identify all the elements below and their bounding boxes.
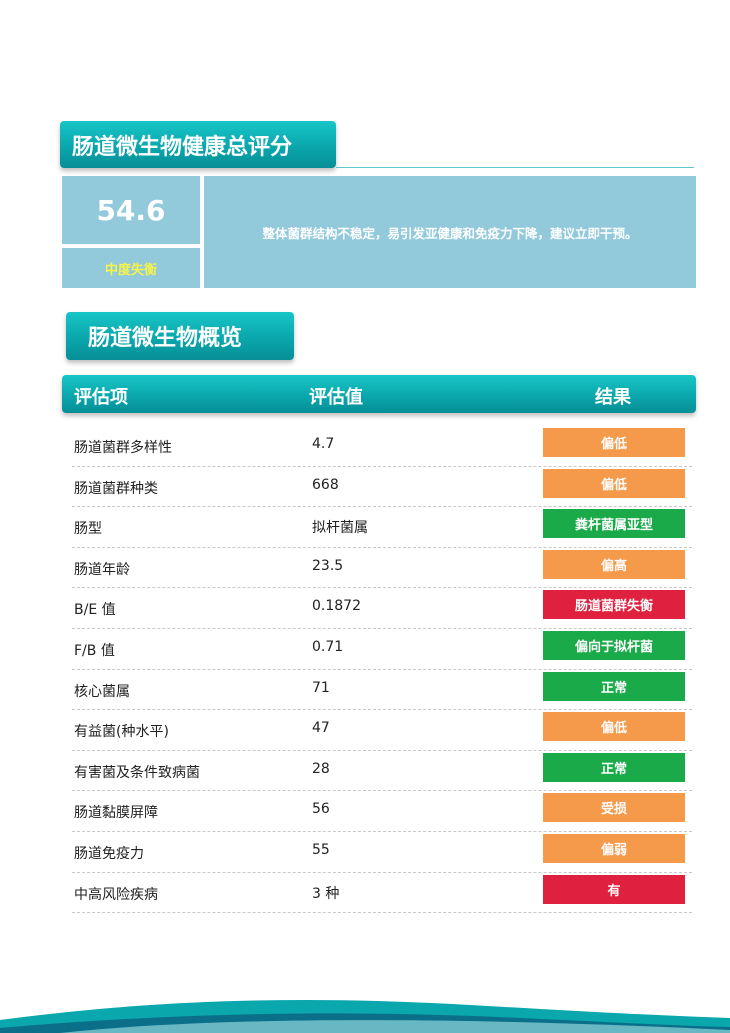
row-value: 55 bbox=[312, 841, 330, 858]
row-item: 中高风险疾病 bbox=[74, 886, 158, 903]
row-item: 肠道免疫力 bbox=[74, 845, 144, 862]
table-header: 评估项 评估值 结果 bbox=[62, 375, 696, 413]
row-result-badge: 偏弱 bbox=[543, 833, 685, 863]
row-item: B/E 值 bbox=[74, 602, 116, 619]
row-value: 3 种 bbox=[312, 885, 340, 902]
row-item: 核心菌属 bbox=[74, 683, 130, 700]
table-row: 肠道黏膜屏障 56 受损 bbox=[72, 791, 692, 832]
overview-table: 肠道菌群多样性 4.7 偏低 肠道菌群种类 668 偏低 肠型 拟杆菌属 粪杆菌属亚型 肠道年龄 2… bbox=[72, 426, 692, 914]
decorative-wave bbox=[0, 1000, 730, 1033]
row-item: F/B 值 bbox=[74, 642, 115, 659]
row-item: 肠道黏膜屏障 bbox=[74, 805, 158, 822]
header-item: 评估项 bbox=[74, 387, 128, 408]
row-value: 71 bbox=[312, 679, 330, 696]
row-item: 有害菌及条件致病菌 bbox=[74, 764, 200, 781]
table-row: F/B 值 0.71 偏向于拟杆菌 bbox=[72, 629, 692, 670]
total-score: 54.6 bbox=[62, 176, 200, 244]
row-value: 0.1872 bbox=[312, 598, 361, 615]
table-row: 核心菌属 71 正常 bbox=[72, 670, 692, 711]
table-row: 中高风险疾病 3 种 有 bbox=[72, 873, 692, 914]
row-value: 56 bbox=[312, 801, 330, 818]
row-value: 28 bbox=[312, 760, 330, 777]
table-row: B/E 值 0.1872 肠道菌群失衡 bbox=[72, 588, 692, 629]
row-value: 拟杆菌属 bbox=[312, 520, 368, 537]
score-section-title: 肠道微生物健康总评分 bbox=[60, 121, 336, 168]
row-value: 4.7 bbox=[312, 436, 335, 452]
row-value: 23.5 bbox=[312, 557, 344, 574]
row-result-badge: 偏低 bbox=[543, 428, 685, 457]
row-result-badge: 偏高 bbox=[543, 549, 685, 579]
score-panel: 54.6 中度失衡 整体菌群结构不稳定，易引发亚健康和免疫力下降，建议立即干预。 bbox=[62, 176, 696, 288]
header-result: 结果 bbox=[595, 387, 631, 408]
row-item: 肠道菌群多样性 bbox=[74, 440, 172, 456]
score-description: 整体菌群结构不稳定，易引发亚健康和免疫力下降，建议立即干预。 bbox=[204, 176, 696, 288]
row-item: 肠道年龄 bbox=[74, 561, 130, 578]
table-row: 肠道免疫力 55 偏弱 bbox=[72, 832, 692, 873]
row-item: 肠道菌群种类 bbox=[74, 480, 158, 497]
row-result-badge: 粪杆菌属亚型 bbox=[543, 509, 685, 539]
row-value: 47 bbox=[312, 720, 330, 737]
table-row: 有益菌(种水平) 47 偏低 bbox=[72, 710, 692, 751]
table-row: 有害菌及条件致病菌 28 正常 bbox=[72, 751, 692, 792]
row-result-badge: 有 bbox=[543, 874, 685, 904]
overview-section-title: 肠道微生物概览 bbox=[66, 312, 294, 360]
row-item: 肠型 bbox=[74, 521, 102, 538]
row-result-badge: 受损 bbox=[543, 793, 685, 823]
header-value: 评估值 bbox=[309, 387, 363, 408]
row-result-badge: 肠道菌群失衡 bbox=[543, 590, 685, 620]
row-result-badge: 偏低 bbox=[543, 468, 685, 498]
row-result-badge: 偏向于拟杆菌 bbox=[543, 630, 685, 660]
table-row: 肠型 拟杆菌属 粪杆菌属亚型 bbox=[72, 507, 692, 548]
row-result-badge: 正常 bbox=[543, 671, 685, 701]
table-row: 肠道菌群多样性 4.7 偏低 bbox=[72, 426, 692, 467]
score-level: 中度失衡 bbox=[62, 248, 200, 288]
row-value: 0.71 bbox=[312, 638, 344, 655]
table-row: 肠道年龄 23.5 偏高 bbox=[72, 548, 692, 589]
row-result-badge: 正常 bbox=[543, 752, 685, 782]
section-divider bbox=[336, 167, 694, 168]
table-row: 肠道菌群种类 668 偏低 bbox=[72, 467, 692, 508]
row-value: 668 bbox=[312, 476, 339, 493]
row-result-badge: 偏低 bbox=[543, 712, 685, 742]
row-item: 有益菌(种水平) bbox=[74, 724, 169, 741]
